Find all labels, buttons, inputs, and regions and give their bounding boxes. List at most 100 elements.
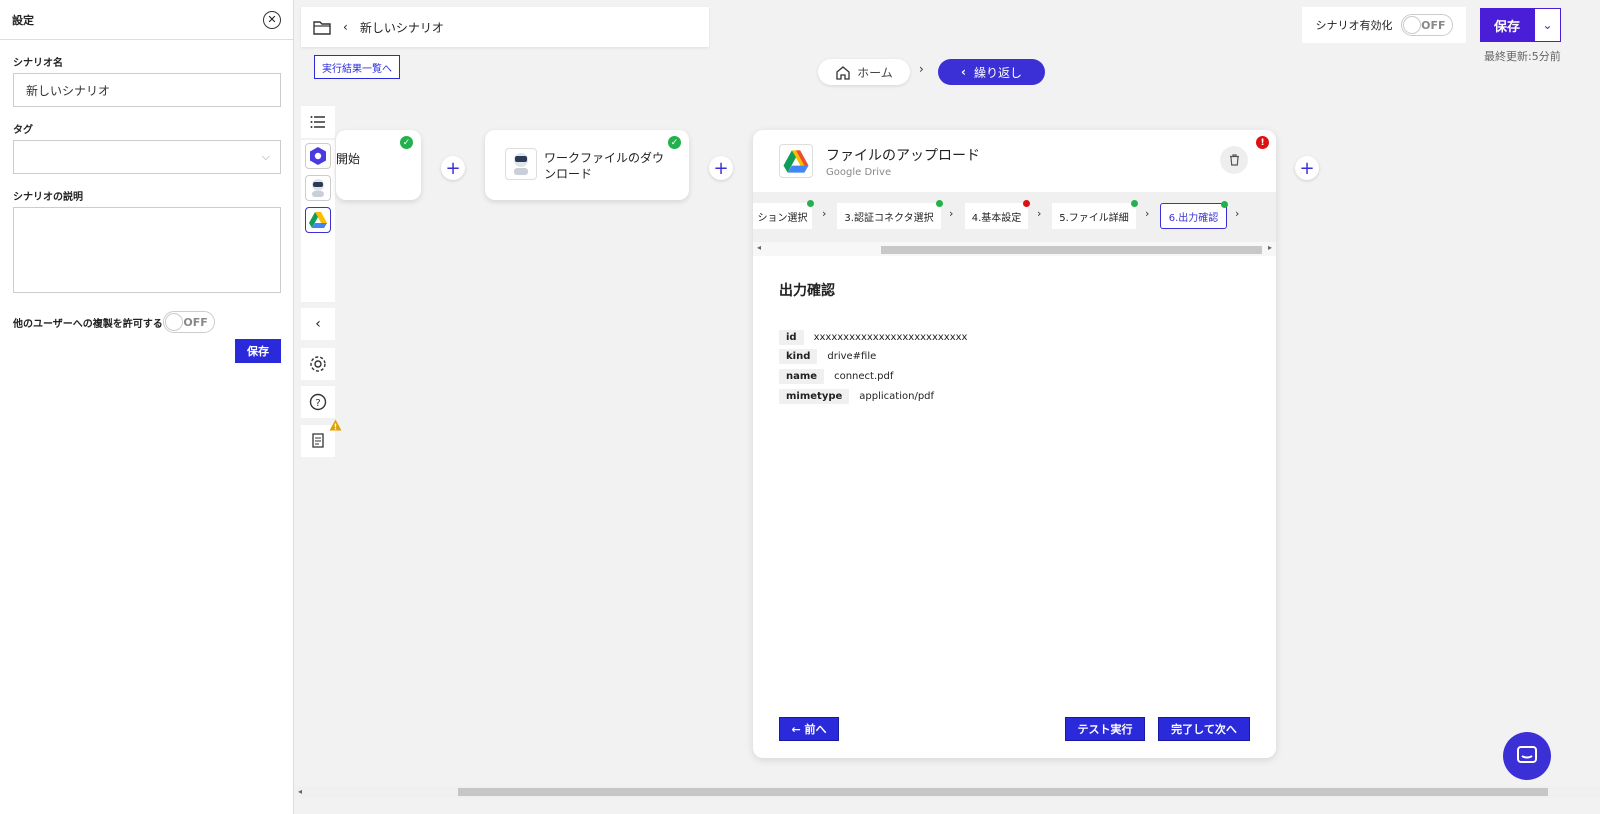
prev-button[interactable]: ← 前へ (779, 717, 839, 741)
google-drive-icon (779, 144, 813, 178)
svg-text:!: ! (334, 423, 338, 432)
add-node-button[interactable]: + (709, 156, 733, 180)
save-dropdown-chevron-icon[interactable]: ⌄ (1534, 8, 1561, 42)
loop-chevron-icon: ‹ (961, 65, 966, 79)
settings-save-button[interactable]: 保存 (235, 339, 281, 363)
add-node-button[interactable]: + (1295, 156, 1319, 180)
last-update: 最終更新:5分前 (1484, 50, 1561, 63)
output-row: id xxxxxxxxxxxxxxxxxxxxxxxxxx (779, 330, 967, 345)
card-title: ファイルのアップロード (826, 147, 980, 164)
chevron-right-icon: › (1235, 207, 1240, 220)
tab-status-ok (936, 200, 943, 207)
step-tabs: ション選択 › 3.認証コネクタ選択 › 4.基本設定 › 5.ファイル詳細 ›… (753, 192, 1276, 242)
download-node-label: ワークファイルのダウ ンロード (544, 150, 664, 182)
output-title: 出力確認 (779, 283, 835, 299)
log-icon (312, 433, 324, 448)
chevron-right-icon: › (822, 207, 827, 220)
toggle-state: OFF (183, 315, 208, 329)
output-row: kind drive#file (779, 349, 876, 364)
tab-basic-settings[interactable]: 4.基本設定 (965, 200, 1030, 229)
download-node[interactable]: ワークファイルのダウ ンロード ✓ (485, 130, 689, 200)
chevron-right-icon: › (1037, 207, 1042, 220)
error-icon: ! (1256, 136, 1269, 149)
tab-status-error (1023, 200, 1030, 207)
tag-select[interactable]: ⌵ (13, 140, 281, 174)
output-key: id (779, 330, 804, 345)
tab-status-ok (807, 200, 814, 207)
scenario-title-bar: ‹ 新しいシナリオ (301, 7, 709, 47)
app-logo-icon (310, 147, 326, 165)
download-node-label-line2: ンロード (544, 167, 593, 181)
canvas-scrollbar[interactable]: ◂ (294, 786, 1600, 798)
tab-file-details[interactable]: 5.ファイル詳細 (1052, 200, 1138, 229)
scroll-left-icon[interactable]: ◂ (298, 787, 302, 796)
google-drive-icon (309, 212, 327, 228)
delete-button[interactable] (1220, 146, 1248, 174)
start-node[interactable]: 開始 ✓ (336, 130, 421, 200)
start-node-shortcut[interactable] (305, 143, 331, 169)
activate-toggle[interactable]: OFF (1400, 14, 1453, 36)
test-run-button[interactable]: テスト実行 (1065, 717, 1145, 741)
output-key: name (779, 369, 825, 384)
tag-label: タグ (13, 125, 33, 136)
settings-header: 設定 ✕ (0, 0, 293, 40)
chat-icon (1517, 746, 1537, 763)
activate-label: シナリオ有効化 (1315, 19, 1393, 32)
toggle-knob (1402, 16, 1421, 34)
warning-icon: ! (329, 419, 342, 431)
breadcrumb-loop[interactable]: ‹ 繰り返し (938, 59, 1045, 85)
chat-support-button[interactable] (1503, 732, 1551, 780)
tab-action-select[interactable]: ション選択 (753, 200, 814, 229)
exec-results-link[interactable]: 実行結果一覧へ (314, 55, 400, 79)
chevron-right-icon: › (919, 62, 924, 76)
robot-icon (505, 148, 537, 180)
scroll-left-icon[interactable]: ◂ (757, 243, 761, 252)
back-chevron-icon[interactable]: ‹ (343, 20, 348, 34)
breadcrumb-home[interactable]: ホーム (818, 59, 910, 85)
check-icon: ✓ (668, 136, 681, 149)
settings-title: 設定 (12, 13, 34, 27)
scrollbar-thumb[interactable] (458, 788, 1548, 796)
gdrive-node-shortcut[interactable] (305, 207, 331, 233)
chevron-right-icon: › (949, 207, 954, 220)
tab-label: 4.基本設定 (971, 212, 1022, 224)
home-icon (836, 65, 850, 80)
settings-button[interactable] (301, 348, 335, 380)
add-node-button[interactable]: + (441, 156, 465, 180)
tab-label: 3.認証コネクタ選択 (844, 212, 934, 224)
trash-icon (1229, 154, 1239, 166)
output-value: connect.pdf (834, 371, 894, 382)
tab-label: ション選択 (757, 212, 808, 224)
scenario-name-input[interactable]: 新しいシナリオ (13, 73, 281, 107)
scroll-right-icon[interactable]: ▸ (1268, 243, 1272, 252)
output-key: mimetype (779, 389, 850, 404)
output-key: kind (779, 349, 818, 364)
output-row: name connect.pdf (779, 369, 893, 384)
save-button[interactable]: 保存 (1480, 8, 1534, 42)
output-value: drive#file (827, 351, 877, 362)
folder-icon[interactable] (313, 20, 331, 35)
tabs-scrollbar[interactable]: ◂ ▸ (753, 242, 1276, 256)
robot-icon (312, 179, 324, 197)
copy-permission-toggle[interactable]: OFF (162, 311, 215, 333)
output-value: xxxxxxxxxxxxxxxxxxxxxxxxxx (813, 332, 968, 343)
collapse-button[interactable]: ‹ (301, 308, 335, 340)
description-textarea[interactable] (13, 207, 281, 293)
scrollbar-thumb[interactable] (881, 246, 1262, 254)
help-button[interactable]: ? (301, 386, 335, 418)
close-icon[interactable]: ✕ (263, 10, 281, 29)
check-icon: ✓ (400, 136, 413, 149)
tab-output-confirm[interactable]: 6.出力確認 (1160, 201, 1228, 229)
complete-next-button[interactable]: 完了して次へ (1158, 717, 1250, 741)
list-view-button[interactable] (301, 106, 335, 138)
robot-node-shortcut[interactable] (305, 175, 331, 201)
copy-permission-label: 他のユーザーへの複製を許可する (13, 318, 163, 330)
scenario-activate-card: シナリオ有効化 OFF (1302, 7, 1466, 43)
tab-label: 5.ファイル詳細 (1059, 212, 1129, 224)
scenario-name-label: シナリオ名 (13, 58, 63, 69)
copy-permission-row: 他のユーザーへの複製を許可する OFF (13, 311, 280, 333)
toggle-knob (164, 313, 183, 331)
svg-text:?: ? (315, 398, 320, 409)
list-icon (310, 116, 325, 128)
tab-auth-connector[interactable]: 3.認証コネクタ選択 (837, 200, 943, 229)
